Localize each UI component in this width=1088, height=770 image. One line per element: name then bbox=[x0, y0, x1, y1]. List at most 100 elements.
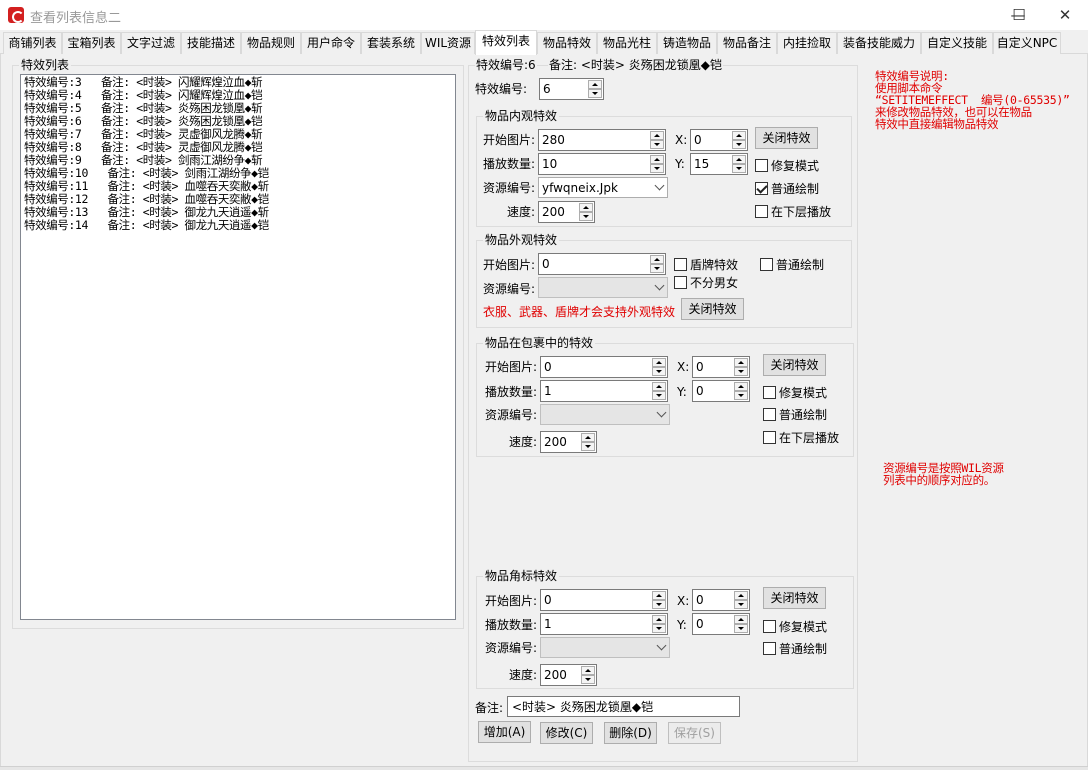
corner-start-spin[interactable]: 0 bbox=[540, 589, 668, 611]
bag-start-spin[interactable]: 0 bbox=[540, 356, 668, 378]
spin-down-icon[interactable] bbox=[734, 600, 748, 609]
spin-down-icon[interactable] bbox=[652, 600, 666, 609]
spin-up-icon[interactable] bbox=[732, 131, 746, 140]
outer-start-spin[interactable]: 0 bbox=[538, 253, 666, 275]
inner-x-spin[interactable]: 0 bbox=[690, 129, 748, 151]
spin-up-icon[interactable] bbox=[650, 255, 664, 264]
spin-up-icon[interactable] bbox=[579, 203, 593, 212]
spin-down-icon[interactable] bbox=[581, 675, 595, 684]
outer-shield-effect-checkbox[interactable]: 盾牌特效 bbox=[674, 257, 744, 273]
spin-up-icon[interactable] bbox=[652, 382, 666, 391]
tab-text-filter[interactable]: 文字过滤 bbox=[121, 32, 181, 54]
tab-auto-pickup[interactable]: 内挂捡取 bbox=[777, 32, 837, 54]
inner-y-spin[interactable]: 15 bbox=[690, 153, 748, 175]
spin-up-icon[interactable] bbox=[734, 591, 748, 600]
spin-up-icon[interactable] bbox=[734, 615, 748, 624]
tab-chest-list[interactable]: 宝箱列表 bbox=[62, 32, 121, 54]
inner-res-combo[interactable]: yfwqneix.Jpk bbox=[538, 177, 668, 198]
inner-lower-layer-checkbox[interactable]: 在下层播放 bbox=[755, 204, 835, 220]
corner-speed-spin[interactable]: 200 bbox=[540, 664, 597, 686]
spin-down-icon[interactable] bbox=[588, 89, 602, 98]
bag-count-spin[interactable]: 1 bbox=[540, 380, 668, 402]
spin-down-icon[interactable] bbox=[734, 367, 748, 376]
spin-down-icon[interactable] bbox=[650, 164, 664, 173]
tab-user-commands[interactable]: 用户命令 bbox=[301, 32, 361, 54]
spin-down-icon[interactable] bbox=[652, 367, 666, 376]
outer-res-combo[interactable] bbox=[538, 277, 668, 298]
tab-item-effects[interactable]: 物品特效 bbox=[537, 32, 597, 54]
bag-y-spin[interactable]: 0 bbox=[692, 380, 750, 402]
spin-down-icon[interactable] bbox=[734, 391, 748, 400]
inner-count-spin[interactable]: 10 bbox=[538, 153, 666, 175]
tab-forge-items[interactable]: 铸造物品 bbox=[657, 32, 717, 54]
outer-no-gender-checkbox[interactable]: 不分男女 bbox=[674, 275, 744, 291]
spin-down-icon[interactable] bbox=[650, 264, 664, 273]
effect-listbox[interactable]: 特效编号:3 备注: <时装> 闪耀辉煌泣血◆斩 特效编号:4 备注: <时装> … bbox=[20, 74, 456, 620]
spin-down-icon[interactable] bbox=[652, 624, 666, 633]
tab-item-light-pillar[interactable]: 物品光柱 bbox=[597, 32, 657, 54]
spin-down-icon[interactable] bbox=[734, 624, 748, 633]
corner-y-label: Y: bbox=[677, 618, 687, 632]
modify-button[interactable]: 修改(C) bbox=[540, 722, 593, 744]
corner-close-effect-button[interactable]: 关闭特效 bbox=[763, 587, 826, 609]
add-button[interactable]: 增加(A) bbox=[478, 721, 531, 743]
corner-x-spin[interactable]: 0 bbox=[692, 589, 750, 611]
corner-normal-draw-checkbox[interactable]: 普通绘制 bbox=[763, 641, 843, 657]
spin-up-icon[interactable] bbox=[652, 591, 666, 600]
tab-wil-resources[interactable]: WIL资源 bbox=[421, 32, 475, 54]
inner-x-value: 0 bbox=[694, 133, 702, 147]
bag-speed-spin[interactable]: 200 bbox=[540, 431, 597, 453]
inner-close-effect-button[interactable]: 关闭特效 bbox=[755, 127, 818, 149]
tab-custom-npc[interactable]: 自定义NPC bbox=[993, 32, 1061, 54]
inner-fix-mode-checkbox[interactable]: 修复模式 bbox=[755, 158, 835, 174]
corner-y-spin[interactable]: 0 bbox=[692, 613, 750, 635]
inner-start-spin[interactable]: 280 bbox=[538, 129, 666, 151]
tab-equip-skill-power[interactable]: 装备技能威力 bbox=[837, 32, 921, 54]
note-input[interactable]: <时装> 炎殇困龙锁凰◆铠 bbox=[507, 696, 740, 717]
spin-up-icon[interactable] bbox=[588, 80, 602, 89]
spin-down-icon[interactable] bbox=[732, 164, 746, 173]
spin-up-icon[interactable] bbox=[732, 155, 746, 164]
bag-close-effect-button[interactable]: 关闭特效 bbox=[763, 354, 826, 376]
spin-down-icon[interactable] bbox=[579, 212, 593, 221]
corner-count-spin[interactable]: 1 bbox=[540, 613, 668, 635]
tab-set-system[interactable]: 套装系统 bbox=[361, 32, 421, 54]
tab-skill-desc[interactable]: 技能描述 bbox=[181, 32, 241, 54]
save-button[interactable]: 保存(S) bbox=[668, 722, 721, 744]
spin-up-icon[interactable] bbox=[652, 615, 666, 624]
tab-item-notes[interactable]: 物品备注 bbox=[717, 32, 777, 54]
spin-down-icon[interactable] bbox=[652, 391, 666, 400]
delete-button[interactable]: 删除(D) bbox=[604, 722, 657, 744]
checkbox-icon bbox=[674, 276, 687, 289]
spin-up-icon[interactable] bbox=[650, 131, 664, 140]
spin-up-icon[interactable] bbox=[734, 382, 748, 391]
outer-normal-draw-checkbox[interactable]: 普通绘制 bbox=[760, 257, 830, 273]
spin-down-icon[interactable] bbox=[732, 140, 746, 149]
spin-up-icon[interactable] bbox=[581, 433, 595, 442]
spin-down-icon[interactable] bbox=[581, 442, 595, 451]
bag-lower-layer-checkbox[interactable]: 在下层播放 bbox=[763, 430, 843, 446]
spin-up-icon[interactable] bbox=[581, 666, 595, 675]
spin-up-icon[interactable] bbox=[734, 358, 748, 367]
spin-down-icon[interactable] bbox=[650, 140, 664, 149]
list-item[interactable]: 特效编号:14 备注: <时装> 御龙九天逍遥◆铠 bbox=[24, 219, 452, 232]
bag-x-spin[interactable]: 0 bbox=[692, 356, 750, 378]
tab-custom-skills[interactable]: 自定义技能 bbox=[921, 32, 993, 54]
maximize-button[interactable]: ☐ bbox=[996, 0, 1042, 30]
outer-close-effect-button[interactable]: 关闭特效 bbox=[681, 298, 744, 320]
close-button[interactable]: ✕ bbox=[1042, 0, 1088, 30]
bag-fix-mode-checkbox[interactable]: 修复模式 bbox=[763, 385, 843, 401]
tab-shop-list[interactable]: 商铺列表 bbox=[3, 32, 62, 54]
tab-effect-list[interactable]: 特效列表 bbox=[475, 30, 537, 55]
inner-normal-draw-checkbox[interactable]: 普通绘制 bbox=[755, 181, 835, 197]
inner-speed-spin[interactable]: 200 bbox=[538, 201, 595, 223]
corner-fix-mode-checkbox[interactable]: 修复模式 bbox=[763, 619, 843, 635]
spin-up-icon[interactable] bbox=[650, 155, 664, 164]
spin-up-icon[interactable] bbox=[652, 358, 666, 367]
tab-item-rules[interactable]: 物品规则 bbox=[241, 32, 301, 54]
bag-normal-draw-checkbox[interactable]: 普通绘制 bbox=[763, 407, 843, 423]
effect-id-spin[interactable]: 6 bbox=[539, 78, 604, 100]
bag-res-combo[interactable] bbox=[540, 404, 670, 425]
corner-x-value: 0 bbox=[696, 593, 704, 607]
corner-res-combo[interactable] bbox=[540, 637, 670, 658]
